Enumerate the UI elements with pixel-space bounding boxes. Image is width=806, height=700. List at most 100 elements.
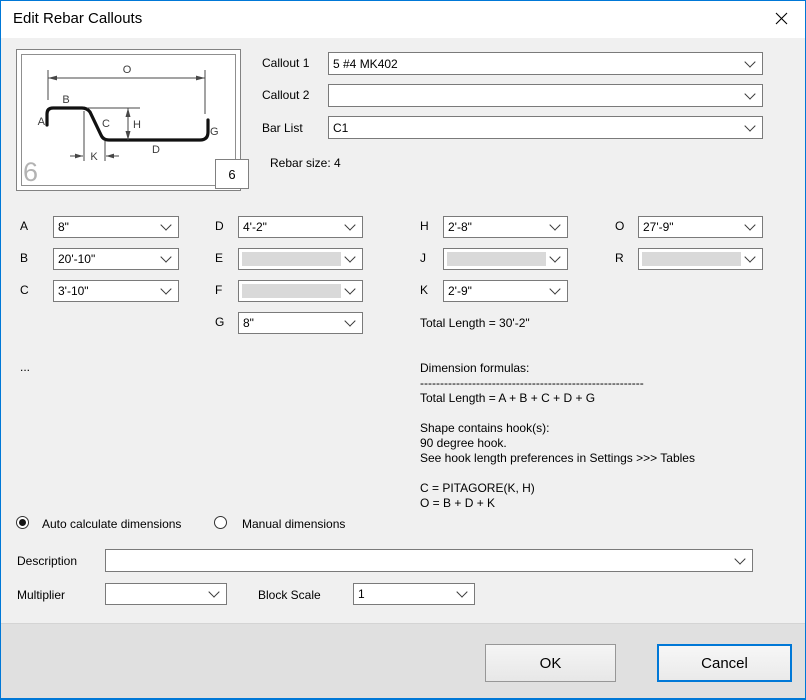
bar-list-select[interactable]: C1 — [328, 116, 763, 139]
formula-line: 90 degree hook. — [420, 436, 507, 450]
chevron-down-icon — [744, 87, 756, 100]
dim-g-value: 8" — [243, 316, 254, 330]
dim-h-select[interactable]: 2'-8" — [443, 216, 568, 238]
dim-k-label: K — [420, 283, 429, 297]
diagram-label-c: C — [102, 118, 110, 130]
chevron-down-icon — [456, 586, 468, 598]
dim-o-value: 27'-9" — [643, 220, 674, 234]
dim-a-select[interactable]: 8" — [53, 216, 179, 238]
diagram-label-h: H — [133, 119, 141, 131]
chevron-down-icon — [744, 251, 756, 263]
dim-f-label: F — [215, 283, 223, 297]
callout1-select[interactable]: 5 #4 MK402 — [328, 52, 763, 75]
multiplier-select[interactable] — [105, 583, 227, 605]
dim-c-label: C — [20, 283, 29, 297]
callout1-label: Callout 1 — [262, 56, 310, 70]
auto-calculate-label: Auto calculate dimensions — [42, 517, 182, 531]
dim-j-value — [448, 249, 547, 269]
edit-rebar-callouts-dialog: Edit Rebar Callouts O A B C H K D G 6 6 … — [0, 0, 806, 700]
callout1-value: 5 #4 MK402 — [333, 56, 398, 71]
window-title: Edit Rebar Callouts — [13, 10, 143, 27]
formula-line: O = B + D + K — [420, 496, 496, 510]
auto-calculate-radio[interactable] — [16, 516, 29, 529]
chevron-down-icon — [744, 55, 756, 68]
dim-b-value: 20'-10" — [58, 252, 96, 266]
formula-line — [420, 406, 695, 421]
dim-g-select[interactable]: 8" — [238, 312, 363, 334]
dim-e-select — [238, 248, 363, 270]
ok-button[interactable]: OK — [485, 644, 616, 682]
dim-r-label: R — [615, 251, 624, 265]
block-scale-select[interactable]: 1 — [353, 583, 475, 605]
dim-b-label: B — [20, 251, 29, 265]
cancel-button[interactable]: Cancel — [657, 644, 792, 682]
chevron-down-icon — [160, 251, 172, 263]
block-scale-value: 1 — [358, 587, 365, 601]
chevron-down-icon — [549, 283, 561, 295]
callout2-value — [333, 85, 742, 106]
description-value — [110, 550, 732, 571]
dimension-annotations — [47, 70, 206, 161]
multiplier-value — [110, 584, 206, 604]
diagram-label-d: D — [152, 144, 160, 156]
formula-line: Dimension formulas: — [420, 361, 530, 375]
dim-b-select[interactable]: 20'-10" — [53, 248, 179, 270]
dim-o-select[interactable]: 27'-9" — [638, 216, 763, 238]
shape-number-box: 6 — [215, 159, 249, 189]
diagram-label-g: G — [210, 126, 219, 138]
formula-line — [420, 466, 695, 481]
close-icon — [775, 12, 788, 25]
shape-number-watermark: 6 — [23, 157, 38, 187]
dim-g-label: G — [215, 315, 225, 329]
block-scale-label: Block Scale — [258, 588, 321, 602]
multiplier-label: Multiplier — [17, 588, 66, 602]
dim-j-label: J — [420, 251, 426, 265]
dim-j-select — [443, 248, 568, 270]
dim-h-label: H — [420, 219, 429, 233]
ellipsis-text: ... — [20, 360, 31, 374]
dim-d-select[interactable]: 4'-2" — [238, 216, 363, 238]
total-length-text: Total Length = 30'-2" — [420, 316, 530, 330]
rebar-size-text: Rebar size: 4 — [270, 156, 341, 170]
dim-d-value: 4'-2" — [243, 220, 267, 234]
chevron-down-icon — [208, 586, 220, 598]
rebar-shape-diagram: O A B C H K D G 6 — [16, 49, 241, 191]
formula-divider: ----------------------------------------… — [420, 376, 644, 390]
bar-list-label: Bar List — [262, 121, 303, 135]
dim-c-select[interactable]: 3'-10" — [53, 280, 179, 302]
dim-d-label: D — [215, 219, 224, 233]
dimension-formulas-block: Dimension formulas: --------------------… — [420, 361, 695, 511]
dim-k-select[interactable]: 2'-9" — [443, 280, 568, 302]
chevron-down-icon — [744, 219, 756, 231]
close-button[interactable] — [759, 0, 804, 37]
manual-dimensions-radio[interactable] — [214, 516, 227, 529]
diagram-label-k: K — [90, 151, 98, 163]
callout2-select[interactable] — [328, 84, 763, 107]
diagram-label-a: A — [38, 116, 46, 128]
chevron-down-icon — [160, 283, 172, 295]
chevron-down-icon — [344, 251, 356, 263]
dim-k-value: 2'-9" — [448, 284, 472, 298]
formula-line: Shape contains hook(s): — [420, 421, 550, 435]
titlebar: Edit Rebar Callouts — [0, 0, 806, 38]
manual-dimensions-label: Manual dimensions — [242, 517, 346, 531]
chevron-down-icon — [344, 315, 356, 327]
chevron-down-icon — [549, 219, 561, 231]
dim-r-value — [643, 249, 742, 269]
diagram-label-b: B — [62, 94, 69, 106]
description-select[interactable] — [105, 549, 753, 572]
formula-line: C = PITAGORE(K, H) — [420, 481, 535, 495]
chevron-down-icon — [160, 219, 172, 231]
chevron-down-icon — [344, 219, 356, 231]
dim-r-select — [638, 248, 763, 270]
formula-line: Total Length = A + B + C + D + G — [420, 391, 596, 405]
callout2-label: Callout 2 — [262, 88, 310, 102]
chevron-down-icon — [344, 283, 356, 295]
dim-e-value — [243, 249, 342, 269]
formula-line: See hook length preferences in Settings … — [420, 451, 695, 465]
dim-h-value: 2'-8" — [448, 220, 472, 234]
dim-f-select — [238, 280, 363, 302]
dim-c-value: 3'-10" — [58, 284, 89, 298]
chevron-down-icon — [734, 552, 746, 565]
chevron-down-icon — [549, 251, 561, 263]
